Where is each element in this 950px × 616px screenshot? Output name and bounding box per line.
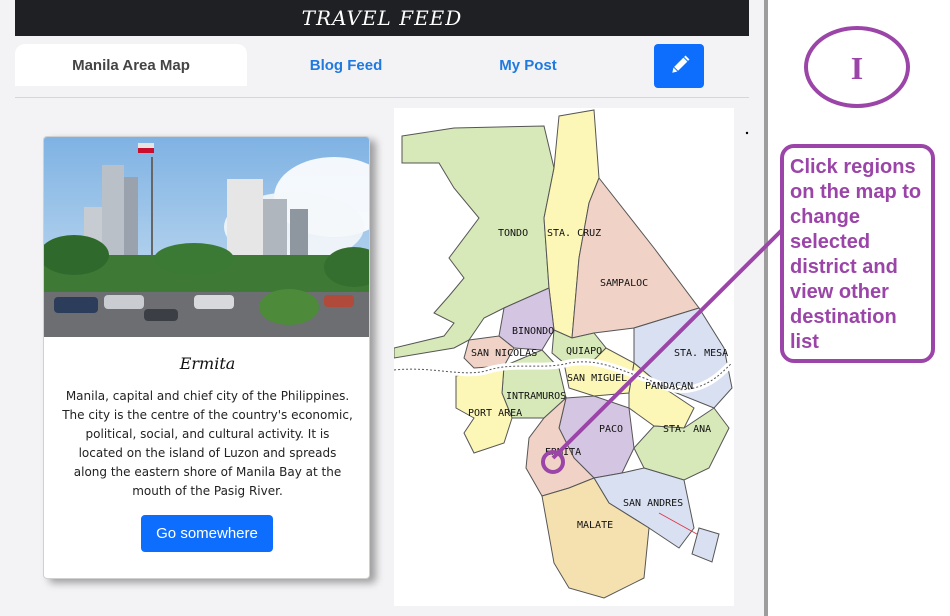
pencil-icon (672, 55, 690, 73)
label-tondo: TONDO (498, 228, 528, 239)
label-malate: MALATE (577, 520, 613, 531)
label-sampaloc: SAMPALOC (600, 278, 648, 289)
label-intramuros: INTRAMUROS (506, 391, 566, 402)
label-sta-cruz: STA. CRUZ (547, 228, 601, 239)
step-badge: I (804, 26, 910, 108)
label-sta-ana: STA. ANA (663, 424, 711, 435)
destination-card: Ermita Manila, capital and chief city of… (43, 136, 370, 579)
inset-region (691, 527, 720, 563)
panel-divider (764, 0, 768, 616)
label-port-area: PORT AREA (468, 408, 522, 419)
tab-manila-area-map[interactable]: Manila Area Map (15, 44, 247, 86)
label-ermita: ERMITA (545, 447, 581, 458)
district-map-svg: TONDO STA. CRUZ SAMPALOC BINONDO SAN NIC… (393, 109, 735, 599)
destination-photo (44, 137, 369, 337)
label-san-nicolas: SAN NICOLAS (471, 348, 537, 359)
app-title: TRAVEL FEED (15, 0, 749, 36)
label-paco: PACO (599, 424, 623, 435)
edit-post-button[interactable] (654, 44, 704, 88)
label-san-miguel: SAN MIGUEL (567, 373, 627, 384)
label-sta-mesa: STA. MESA (674, 348, 728, 359)
destination-description: Manila, capital and chief city of the Ph… (62, 389, 353, 498)
travel-feed-app: TRAVEL FEED Manila Area Map Blog Feed My… (0, 0, 766, 616)
callout-box: Click regions on the map to change selec… (780, 144, 935, 363)
tab-blog-feed[interactable]: Blog Feed (285, 44, 407, 86)
label-binondo: BINONDO (512, 326, 554, 337)
label-san-andres: SAN ANDRES (623, 498, 683, 509)
manila-district-map: TONDO STA. CRUZ SAMPALOC BINONDO SAN NIC… (393, 108, 735, 606)
label-pandacan: PANDACAN (645, 381, 693, 392)
go-somewhere-button[interactable]: Go somewhere (141, 515, 273, 552)
tab-my-post[interactable]: My Post (467, 44, 589, 86)
tab-bar: Manila Area Map Blog Feed My Post (15, 44, 749, 98)
destination-title: Ermita (179, 354, 236, 373)
label-quiapo: QUIAPO (566, 346, 602, 357)
